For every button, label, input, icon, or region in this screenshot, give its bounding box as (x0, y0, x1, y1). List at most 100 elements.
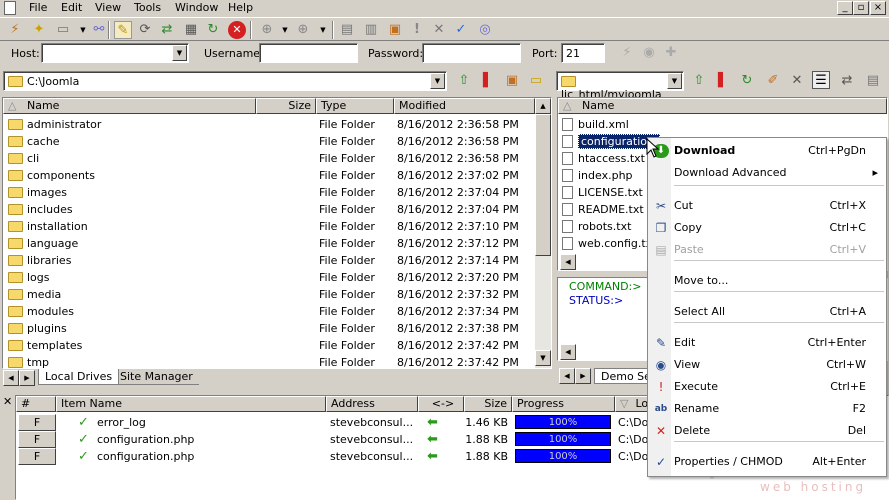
table-row[interactable]: F ✓ configuration.php stevebconsul... ⬅ 1.88 … (16, 448, 676, 465)
menu-item-rename[interactable]: ab Rename F2 (648, 399, 886, 419)
menu-item-delete[interactable]: ✕ Delete Del (648, 421, 886, 441)
chevron-down-icon[interactable]: ▼ (667, 73, 682, 89)
table-row[interactable]: language File Folder 8/16/2012 2:37:12 PM (3, 235, 533, 252)
close-queue-icon[interactable]: ✕ (3, 395, 12, 408)
table-row[interactable]: logs File Folder 8/16/2012 2:37:20 PM (3, 269, 533, 286)
menu-item-download-advanced[interactable]: Download Advanced ▸ (648, 163, 886, 183)
chevron-down-icon[interactable]: ▼ (314, 21, 332, 39)
restore-button[interactable]: ▫ (853, 1, 869, 15)
col-progress-header[interactable]: Progress (512, 396, 615, 412)
download-arrow-icon[interactable]: ⊕ (258, 21, 276, 39)
col-name-header[interactable]: △ Name (558, 98, 887, 114)
list-item[interactable]: index.php (562, 167, 633, 184)
new-connection-icon[interactable]: ▭ (54, 21, 72, 39)
bookmark-icon[interactable]: ✚ (662, 44, 680, 62)
bookmarks-icon[interactable]: ▌ (479, 72, 497, 90)
tab-local-drives[interactable]: Local Drives (38, 369, 120, 385)
bookmarks-icon[interactable]: ▌ (714, 72, 732, 90)
tab-scroll-left-icon[interactable]: ◀ (3, 370, 19, 386)
col-size-header[interactable]: Size (256, 98, 316, 114)
local-scrollbar[interactable]: ▲ ▼ (535, 98, 551, 368)
menu-item-edit[interactable]: ✎ Edit Ctrl+Enter (648, 333, 886, 353)
password-input[interactable] (422, 43, 521, 63)
menu-item-properties-chmod[interactable]: ✓ Properties / CHMOD Alt+Enter (648, 452, 886, 472)
menu-item-move-to[interactable]: Move to... (648, 271, 886, 291)
close-button[interactable]: × (870, 1, 886, 15)
menu-item-download[interactable]: ⬇ Download Ctrl+PgDn (648, 141, 886, 161)
col-type-header[interactable]: Type (316, 98, 394, 114)
host-input[interactable]: ▼ (41, 43, 189, 63)
scroll-up-icon[interactable]: ▲ (535, 98, 551, 114)
edit-icon[interactable]: ✎ (114, 21, 132, 39)
delete-icon[interactable]: ✕ (788, 72, 806, 90)
table-row[interactable]: modules File Folder 8/16/2012 2:37:34 PM (3, 303, 533, 320)
list-item[interactable]: robots.txt (562, 218, 631, 235)
list-item[interactable]: README.txt (562, 201, 644, 218)
local-path-combo[interactable]: C:\Joomla ▼ (3, 71, 447, 91)
quick-connect-icon[interactable]: ⚡ (618, 44, 636, 62)
scroll-thumb[interactable] (535, 114, 551, 256)
menu-view[interactable]: View (95, 1, 121, 14)
tab-site-manager[interactable]: Site Manager (114, 369, 199, 385)
menu-edit[interactable]: Edit (61, 1, 82, 14)
notes-icon[interactable]: ✓ (452, 21, 470, 39)
table-row[interactable]: cache File Folder 8/16/2012 2:36:58 PM (3, 133, 533, 150)
transfer-icon[interactable]: ⇄ (838, 72, 856, 90)
col-direction-header[interactable]: <-> (418, 396, 464, 412)
rename-icon[interactable]: ✐ (764, 72, 782, 90)
menu-item-execute[interactable]: ! Execute Ctrl+E (648, 377, 886, 397)
new-folder-icon[interactable]: ▣ (503, 72, 521, 90)
table-row[interactable]: components File Folder 8/16/2012 2:37:02 P… (3, 167, 533, 184)
tab-scroll-right-icon[interactable]: ▶ (19, 370, 35, 386)
scroll-left-icon[interactable]: ◀ (560, 344, 576, 360)
qr-icon[interactable]: ▦ (182, 21, 200, 39)
list-item[interactable]: htaccess.txt (562, 150, 645, 167)
list-item[interactable]: LICENSE.txt (562, 184, 643, 201)
log-icon[interactable]: ▤ (338, 21, 356, 39)
upload-arrow-icon[interactable]: ⊕ (294, 21, 312, 39)
stop-icon[interactable]: ✕ (228, 21, 246, 39)
refresh-icon[interactable]: ↻ (738, 72, 756, 90)
table-row[interactable]: libraries File Folder 8/16/2012 2:37:14 PM (3, 252, 533, 269)
scroll-down-icon[interactable]: ▼ (535, 350, 551, 366)
parent-folder-icon[interactable]: ⇧ (690, 72, 708, 90)
transfer-icon[interactable]: ⇄ (158, 21, 176, 39)
chevron-down-icon[interactable]: ▼ (172, 45, 187, 61)
cancel-icon[interactable]: ✕ (430, 21, 448, 39)
alert-icon[interactable]: ! (408, 21, 426, 39)
table-row[interactable]: templates File Folder 8/16/2012 2:37:42 PM (3, 337, 533, 354)
table-row[interactable]: installation File Folder 8/16/2012 2:37:10… (3, 218, 533, 235)
menu-item-copy[interactable]: ❐ Copy Ctrl+C (648, 218, 886, 238)
table-row[interactable]: images File Folder 8/16/2012 2:37:04 PM (3, 184, 533, 201)
list-item[interactable]: web.config.tx (562, 235, 652, 252)
username-input[interactable] (259, 43, 358, 63)
list-view-icon[interactable]: ☰ (812, 71, 830, 89)
queue-flag-button[interactable]: F (18, 431, 56, 448)
col-modified-header[interactable]: Modified (394, 98, 535, 114)
menu-window[interactable]: Window (175, 1, 218, 14)
menu-help[interactable]: Help (228, 1, 253, 14)
connect-icon[interactable]: ⚡ (6, 21, 24, 39)
menu-tools[interactable]: Tools (134, 1, 161, 14)
disconnect-icon[interactable]: ⚯ (90, 21, 108, 39)
help-icon[interactable]: ◎ (476, 21, 494, 39)
table-row[interactable]: media File Folder 8/16/2012 2:37:32 PM (3, 286, 533, 303)
col-name-header[interactable]: △ Name (3, 98, 256, 114)
queue-icon[interactable]: ▣ (386, 21, 404, 39)
menu-file[interactable]: File (29, 1, 47, 14)
col-address-header[interactable]: Address (326, 396, 418, 412)
table-row[interactable]: includes File Folder 8/16/2012 2:37:04 PM (3, 201, 533, 218)
wizard-icon[interactable]: ✦ (30, 21, 48, 39)
queue-flag-button[interactable]: F (18, 414, 56, 431)
open-folder-icon[interactable]: ▭ (527, 72, 545, 90)
scroll-left-icon[interactable]: ◀ (560, 254, 576, 270)
chevron-down-icon[interactable]: ▼ (276, 21, 294, 39)
table-row[interactable]: F ✓ error_log stevebconsul... ⬅ 1.46 KB 100% C:… (16, 414, 676, 431)
tab-scroll-left-icon[interactable]: ◀ (559, 368, 575, 384)
menu-item-paste[interactable]: ▤ Paste Ctrl+V (648, 240, 886, 260)
col-item-name-header[interactable]: Item Name (56, 396, 326, 412)
port-input[interactable]: 21 (561, 43, 605, 63)
parent-folder-icon[interactable]: ⇧ (455, 72, 473, 90)
minimize-button[interactable]: _ (837, 1, 853, 15)
table-row[interactable]: plugins File Folder 8/16/2012 2:37:38 PM (3, 320, 533, 337)
